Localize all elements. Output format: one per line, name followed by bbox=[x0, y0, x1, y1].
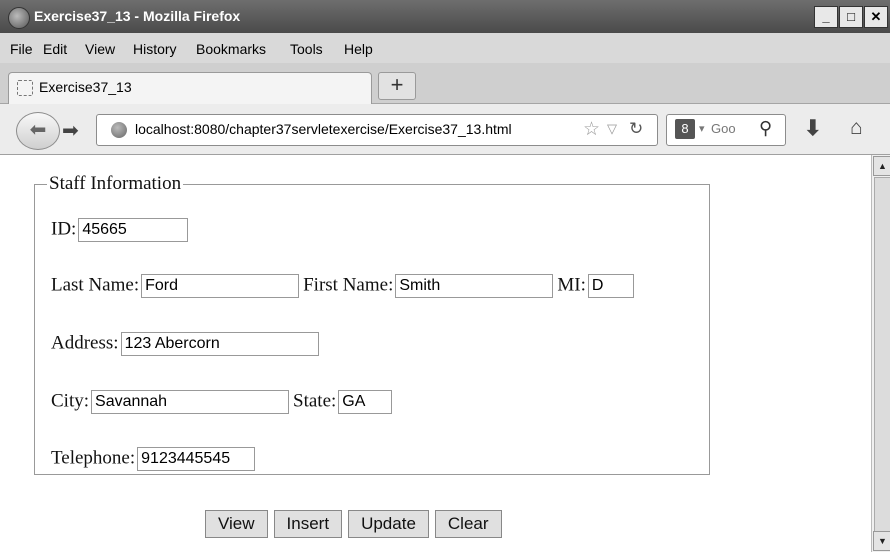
search-bar[interactable]: 8 ▾ Goo ⚲ bbox=[666, 114, 786, 146]
bookmark-star-icon[interactable]: ☆ bbox=[583, 118, 600, 141]
last-name-label: Last Name: bbox=[51, 274, 140, 296]
firefox-logo-icon bbox=[8, 7, 30, 29]
menu-history[interactable]: History bbox=[133, 41, 177, 57]
page-content: Staff Information ID: Last Name: First Na… bbox=[0, 155, 871, 552]
download-icon[interactable]: ⬇ bbox=[804, 116, 822, 141]
scroll-thumb[interactable] bbox=[874, 177, 890, 532]
globe-icon bbox=[111, 122, 127, 138]
tab-strip: Exercise37_13 + bbox=[0, 63, 890, 104]
search-engine-dropdown-icon[interactable]: ▾ bbox=[699, 122, 705, 135]
history-dropdown-icon[interactable]: ▽ bbox=[607, 121, 617, 137]
id-field[interactable] bbox=[78, 218, 189, 242]
tab-exercise37-13[interactable]: Exercise37_13 bbox=[8, 72, 372, 104]
vertical-scrollbar[interactable]: ▲ ▼ bbox=[871, 155, 890, 552]
mi-label: MI: bbox=[557, 274, 586, 296]
reload-icon[interactable]: ↻ bbox=[629, 119, 643, 139]
telephone-row: Telephone: bbox=[51, 447, 259, 471]
url-text: localhost:8080/chapter37servletexercise/… bbox=[135, 121, 512, 137]
forward-icon: ➡ bbox=[62, 120, 79, 142]
menu-bookmarks[interactable]: Bookmarks bbox=[196, 41, 266, 57]
insert-button[interactable]: Insert bbox=[273, 510, 343, 538]
maximize-button[interactable]: □ bbox=[839, 6, 863, 28]
name-row: Last Name: First Name: MI: bbox=[51, 274, 638, 298]
staff-information-fieldset: Staff Information ID: Last Name: First Na… bbox=[34, 173, 710, 475]
minimize-button[interactable]: _ bbox=[814, 6, 838, 28]
search-placeholder: Goo bbox=[711, 121, 736, 136]
close-button[interactable]: ✕ bbox=[864, 6, 888, 28]
fieldset-legend: Staff Information bbox=[49, 173, 182, 194]
tab-label: Exercise37_13 bbox=[39, 79, 132, 95]
menu-bar: File Edit View History Bookmarks Tools H… bbox=[0, 33, 890, 63]
scroll-down-arrow-icon[interactable]: ▼ bbox=[873, 531, 890, 551]
page-icon bbox=[17, 80, 33, 96]
telephone-field[interactable] bbox=[137, 447, 256, 471]
window-controls: _ □ ✕ bbox=[813, 6, 888, 28]
menu-help[interactable]: Help bbox=[344, 41, 373, 57]
city-field[interactable] bbox=[91, 390, 290, 414]
back-button[interactable]: ⬅ bbox=[16, 112, 60, 150]
scroll-up-arrow-icon[interactable]: ▲ bbox=[873, 156, 890, 176]
update-button[interactable]: Update bbox=[348, 510, 429, 538]
navigation-toolbar: ⬅ ➡ localhost:8080/chapter37servletexerc… bbox=[0, 104, 890, 155]
menu-file[interactable]: File bbox=[10, 41, 33, 57]
back-icon: ⬅ bbox=[29, 119, 47, 141]
address-field[interactable] bbox=[120, 332, 319, 356]
window-title: Exercise37_13 - Mozilla Firefox bbox=[34, 8, 241, 24]
state-label: State: bbox=[293, 390, 337, 412]
clear-button[interactable]: Clear bbox=[434, 510, 502, 538]
action-buttons: View Insert Update Clear bbox=[205, 510, 502, 538]
telephone-label: Telephone: bbox=[51, 447, 136, 469]
new-tab-button[interactable]: + bbox=[378, 72, 416, 100]
menu-tools[interactable]: Tools bbox=[290, 41, 323, 57]
address-row: Address: bbox=[51, 332, 323, 356]
address-bar[interactable]: localhost:8080/chapter37servletexercise/… bbox=[96, 114, 658, 146]
state-field[interactable] bbox=[338, 390, 393, 414]
mi-field[interactable] bbox=[587, 274, 634, 298]
view-button[interactable]: View bbox=[205, 510, 268, 538]
id-row: ID: bbox=[51, 218, 192, 242]
forward-button[interactable]: ➡ bbox=[62, 118, 79, 143]
menu-view[interactable]: View bbox=[85, 41, 115, 57]
city-label: City: bbox=[51, 390, 90, 412]
home-icon[interactable]: ⌂ bbox=[850, 116, 863, 140]
menu-edit[interactable]: Edit bbox=[43, 41, 67, 57]
last-name-field[interactable] bbox=[141, 274, 300, 298]
search-engine-icon[interactable]: 8 bbox=[675, 119, 695, 139]
first-name-label: First Name: bbox=[303, 274, 394, 296]
city-state-row: City: State: bbox=[51, 390, 396, 414]
address-label: Address: bbox=[51, 332, 119, 354]
title-bar: Exercise37_13 - Mozilla Firefox _ □ ✕ bbox=[0, 0, 890, 33]
id-label: ID: bbox=[51, 218, 77, 240]
first-name-field[interactable] bbox=[395, 274, 554, 298]
search-icon[interactable]: ⚲ bbox=[759, 118, 772, 139]
